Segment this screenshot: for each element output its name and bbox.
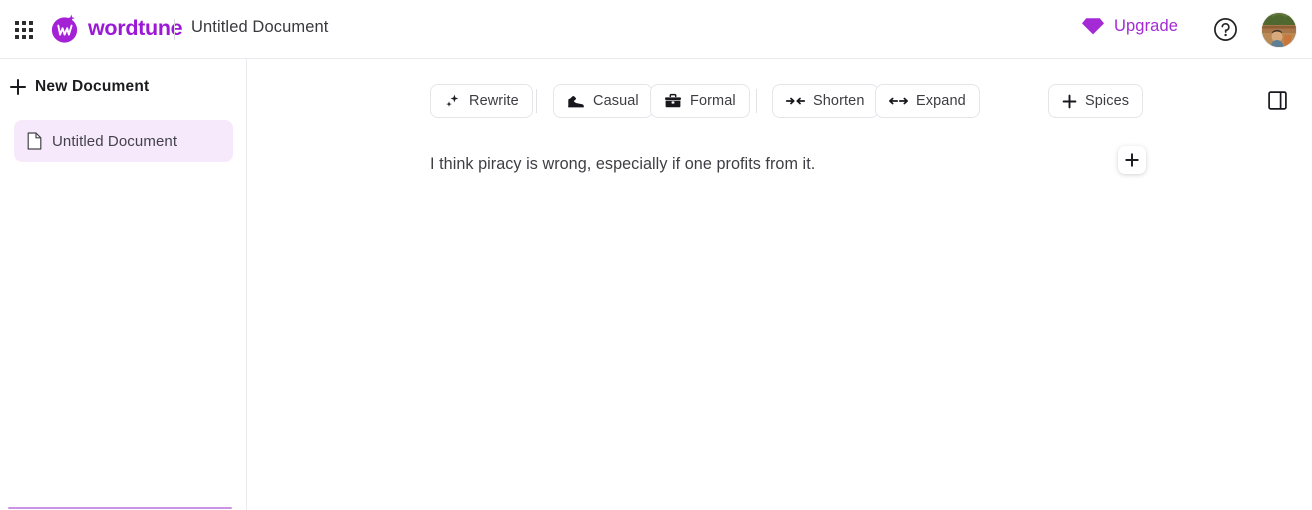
brand-name: wordtune (88, 16, 183, 40)
briefcase-icon (664, 93, 682, 109)
shorten-button[interactable]: Shorten (772, 84, 879, 118)
plus-icon (1062, 94, 1077, 109)
document-icon (27, 132, 42, 150)
toolbar-separator-2 (756, 89, 757, 113)
diamond-icon (1081, 16, 1105, 36)
header-divider (174, 19, 175, 40)
formal-label: Formal (690, 93, 736, 109)
page-title[interactable]: Untitled Document (191, 18, 328, 37)
arrows-inward-icon (786, 94, 805, 108)
grid-dots-icon[interactable] (13, 19, 35, 41)
document-paragraph[interactable]: I think piracy is wrong, especially if o… (430, 151, 1150, 177)
brand-logo[interactable]: wordtune (50, 13, 183, 44)
expand-button[interactable]: Expand (875, 84, 980, 118)
wordtune-logo-icon (50, 13, 81, 44)
editor-toolbar: Rewrite Casual Formal Shorten Expand Spi… (247, 84, 1312, 118)
arrows-outward-icon (889, 94, 908, 108)
sidebar-item-untitled-document[interactable]: Untitled Document (14, 120, 233, 162)
document-list: Untitled Document (0, 120, 247, 162)
sneaker-icon (567, 93, 585, 109)
upgrade-label: Upgrade (1114, 16, 1178, 35)
top-header: wordtune Untitled Document Upgrade (0, 0, 1312, 59)
shorten-label: Shorten (813, 93, 865, 109)
left-sidebar: New Document Untitled Document (0, 59, 247, 510)
rewrite-label: Rewrite (469, 93, 519, 109)
sidebar-item-label: Untitled Document (52, 132, 178, 150)
formal-button[interactable]: Formal (650, 84, 750, 118)
right-panel-toggle-icon (1267, 90, 1287, 110)
casual-label: Casual (593, 93, 639, 109)
plus-icon (1125, 153, 1139, 167)
spices-label: Spices (1085, 93, 1130, 109)
rewrite-button[interactable]: Rewrite (430, 84, 533, 118)
editor-content-area: I think piracy is wrong, especially if o… (247, 144, 1312, 510)
plus-icon (10, 79, 26, 95)
upgrade-button[interactable]: Upgrade (1081, 16, 1178, 36)
expand-label: Expand (916, 93, 966, 109)
toolbar-separator-1 (536, 89, 537, 113)
sidebar-bottom-rule (8, 507, 232, 509)
right-panel-toggle-button[interactable] (1263, 86, 1291, 114)
new-document-button[interactable]: New Document (10, 78, 149, 96)
sparkles-icon (444, 93, 461, 110)
wordtune-editor-app: wordtune Untitled Document Upgrade New D… (0, 0, 1312, 510)
editor-main: Rewrite Casual Formal Shorten Expand Spi… (247, 59, 1312, 510)
avatar[interactable] (1262, 13, 1296, 47)
casual-button[interactable]: Casual (553, 84, 653, 118)
question-circle-icon[interactable] (1213, 17, 1238, 42)
add-block-button[interactable] (1118, 146, 1146, 174)
spices-button[interactable]: Spices (1048, 84, 1144, 118)
new-document-label: New Document (35, 78, 150, 95)
